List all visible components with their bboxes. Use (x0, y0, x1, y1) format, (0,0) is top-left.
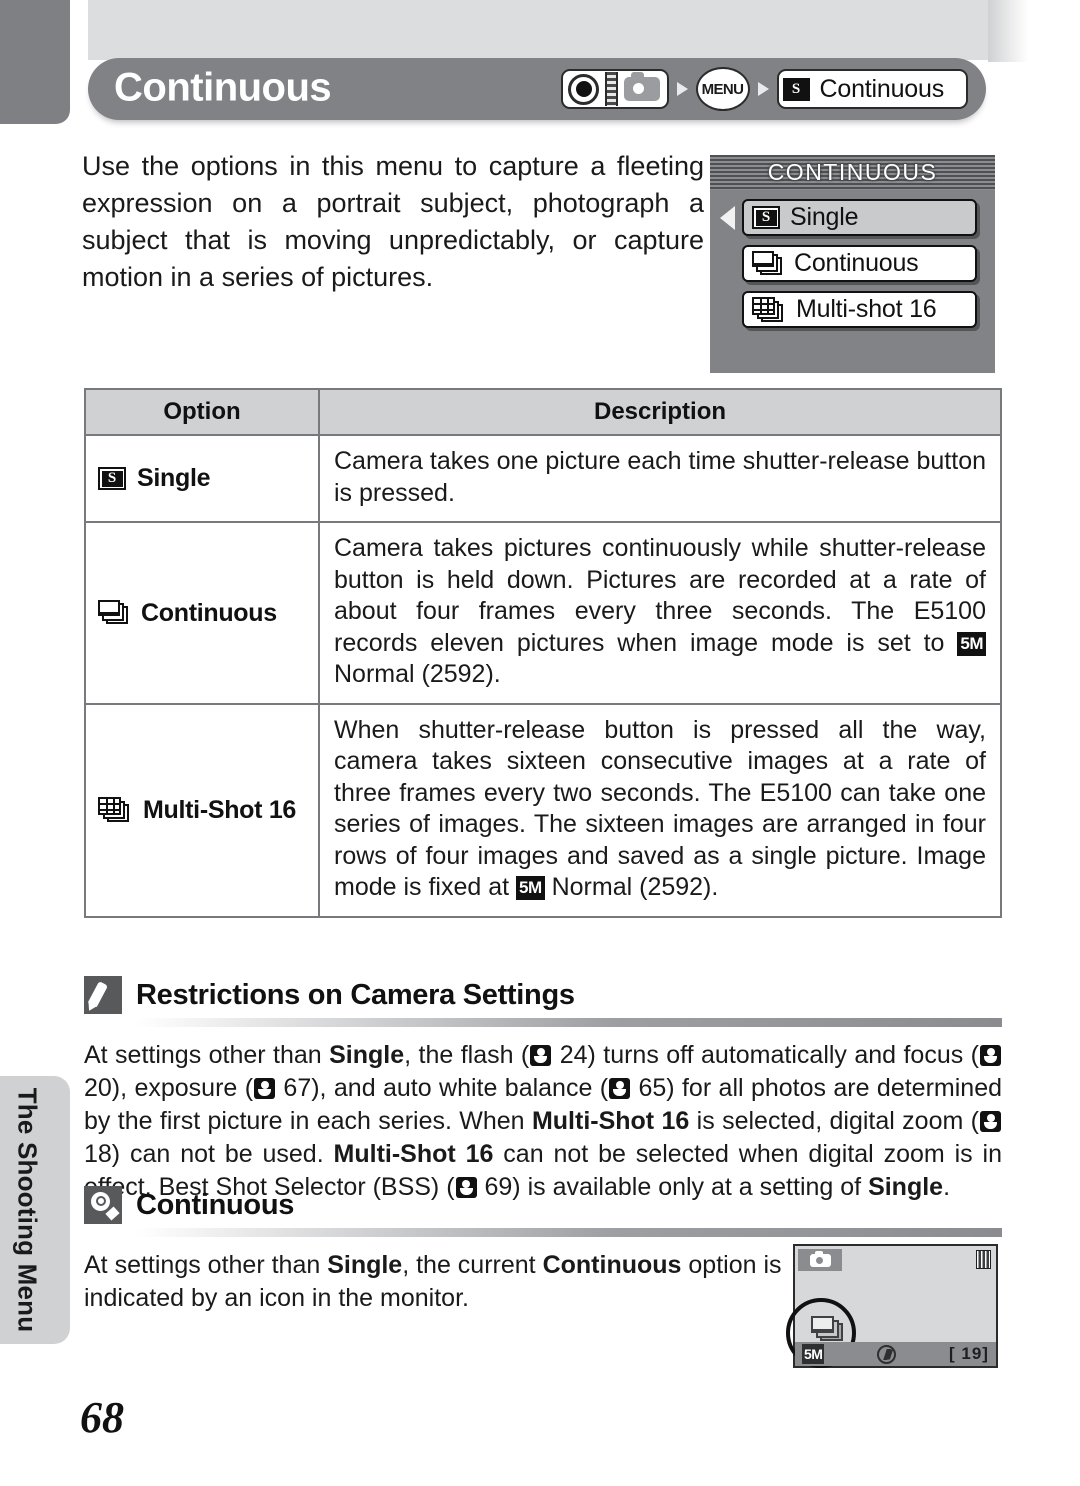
film-strip-icon (604, 72, 618, 106)
camera-menu-item-single-label: Single (790, 203, 859, 231)
continuous-icon (752, 250, 784, 277)
chapter-side-tab: The Shooting Menu (0, 1076, 70, 1344)
camera-menu-item-continuous-label: Continuous (794, 249, 919, 277)
table-cell-option-continuous: Continuous (84, 521, 320, 705)
table-row: Multi-Shot 16 When shutter-release butto… (84, 702, 1002, 918)
continuous-icon (98, 600, 130, 626)
camera-menu-item-multishot: Multi-shot 16 (742, 291, 977, 328)
manual-page: Continuous MENU S Continuous Use the opt… (0, 0, 1080, 1486)
page-title-bar: Continuous MENU S Continuous (88, 58, 986, 120)
monitor-illustration: 5M [ 19] (786, 1244, 998, 1368)
image-mode-badge: 5M (957, 631, 986, 656)
table-row: Single Camera takes one picture each tim… (84, 434, 1002, 523)
camera-menu-screenshot: CONTINUOUS Single Continuous Multi-shot … (710, 155, 995, 373)
table-cell-option-single: Single (84, 434, 320, 523)
camera-menu-item-continuous: Continuous (742, 245, 977, 282)
mode-dial-camera-icon (560, 69, 669, 109)
note-restrictions-body: At settings other than Single, the flash… (84, 1041, 1003, 1201)
table-header-option: Option (84, 388, 320, 436)
dial-center-dot (575, 81, 592, 97)
page-top-band (88, 0, 988, 60)
multi-shot-icon (98, 797, 132, 823)
camera-icon (624, 72, 661, 101)
emphasis-text: Continuous (542, 1251, 682, 1279)
description-text-multishot-post: Normal (2592). (544, 873, 719, 901)
page-number: 68 (80, 1393, 124, 1442)
reference-book-icon (530, 1045, 552, 1066)
breadcrumb-arrow-icon-2 (757, 82, 769, 96)
battery-icon (976, 1250, 991, 1269)
chapter-side-tab-label: The Shooting Menu (12, 1087, 43, 1333)
reference-book-icon (980, 1045, 1001, 1066)
breadcrumb-arrow-icon (676, 82, 688, 96)
menu-button-label: MENU (701, 80, 744, 98)
single-badge-letter: S (784, 79, 808, 99)
reference-book-icon (609, 1078, 631, 1099)
note-rule-2 (136, 1228, 1002, 1237)
shots-remaining: [ 19] (949, 1344, 989, 1363)
table-cell-description-multishot: When shutter-release button is pressed a… (318, 702, 1002, 918)
description-text-single: Camera takes one picture each time shutt… (334, 447, 986, 507)
description-text-continuous-pre: Camera takes pictures continuously while… (334, 534, 986, 657)
camera-menu-item-single: Single (720, 199, 977, 236)
table-option-label-single: Single (137, 464, 211, 493)
camera-menu-title-bar: CONTINUOUS (710, 155, 995, 190)
table-cell-option-multishot: Multi-Shot 16 (84, 702, 320, 918)
selection-caret-icon (720, 205, 735, 230)
table-option-label-continuous: Continuous (141, 598, 277, 627)
single-badge-icon: S (782, 77, 810, 101)
note-continuous-body: At settings other than Single, the curre… (84, 1251, 782, 1312)
single-icon (752, 206, 780, 229)
page-title: Continuous (114, 65, 332, 110)
breadcrumb: MENU S Continuous (560, 67, 968, 111)
page-top-band-fade (988, 0, 1028, 62)
note-restrictions-title: Restrictions on Camera Settings (136, 978, 575, 1011)
note-rule (136, 1018, 1002, 1027)
multi-shot-icon (752, 296, 786, 323)
mode-dial-ring (563, 71, 605, 107)
dial-ring-outline (568, 73, 600, 105)
options-table: Option Description Single Camera takes o… (84, 388, 1002, 918)
emphasis-text: Multi-Shot 16 (531, 1107, 690, 1135)
intro-paragraph: Use the options in this menu to capture … (82, 151, 704, 292)
camera-menu-title: CONTINUOUS (767, 159, 938, 185)
monitor-status-bar: 5M [ 19] (795, 1342, 996, 1366)
single-icon (98, 467, 126, 491)
reference-book-icon (980, 1111, 1001, 1132)
camera-menu-list: Single Continuous Multi-shot 16 (710, 199, 995, 337)
table-row: Continuous Camera takes pictures continu… (84, 521, 1002, 705)
note-restrictions-header: Restrictions on Camera Settings (84, 976, 1002, 1014)
note-continuous-header: Continuous (84, 1186, 1002, 1224)
table-header-description: Description (318, 388, 1002, 436)
table-cell-description-single: Camera takes one picture each time shutt… (318, 434, 1002, 523)
breadcrumb-option-label: Continuous (819, 74, 945, 103)
reference-book-icon (254, 1078, 276, 1099)
flash-off-icon (877, 1344, 897, 1364)
description-text-continuous-post: Normal (2592). (334, 660, 501, 688)
image-mode-badge: 5M (516, 876, 545, 900)
camera-mode-icon (798, 1249, 842, 1271)
emphasis-text: Multi-Shot 16 (333, 1140, 494, 1168)
table-option-label-multishot: Multi-Shot 16 (143, 795, 297, 824)
camera-menu-item-multishot-label: Multi-shot 16 (796, 295, 937, 323)
emphasis-text: Single (327, 1251, 403, 1279)
pencil-icon (84, 976, 122, 1014)
note-continuous-title: Continuous (136, 1188, 295, 1221)
note-restrictions: Restrictions on Camera Settings At setti… (84, 976, 1002, 1204)
emphasis-text: Single (329, 1041, 405, 1069)
table-cell-description-continuous: Camera takes pictures continuously while… (318, 521, 1002, 705)
menu-button-icon: MENU (695, 67, 750, 111)
breadcrumb-option-pill: S Continuous (776, 69, 968, 109)
image-mode-badge: 5M (802, 1344, 825, 1364)
table-header-row: Option Description (84, 388, 1002, 436)
continuous-icon (811, 1316, 845, 1343)
camera-mode-slot (618, 71, 667, 107)
lightbulb-icon (84, 1186, 122, 1224)
corner-chapter-tab (0, 0, 70, 124)
